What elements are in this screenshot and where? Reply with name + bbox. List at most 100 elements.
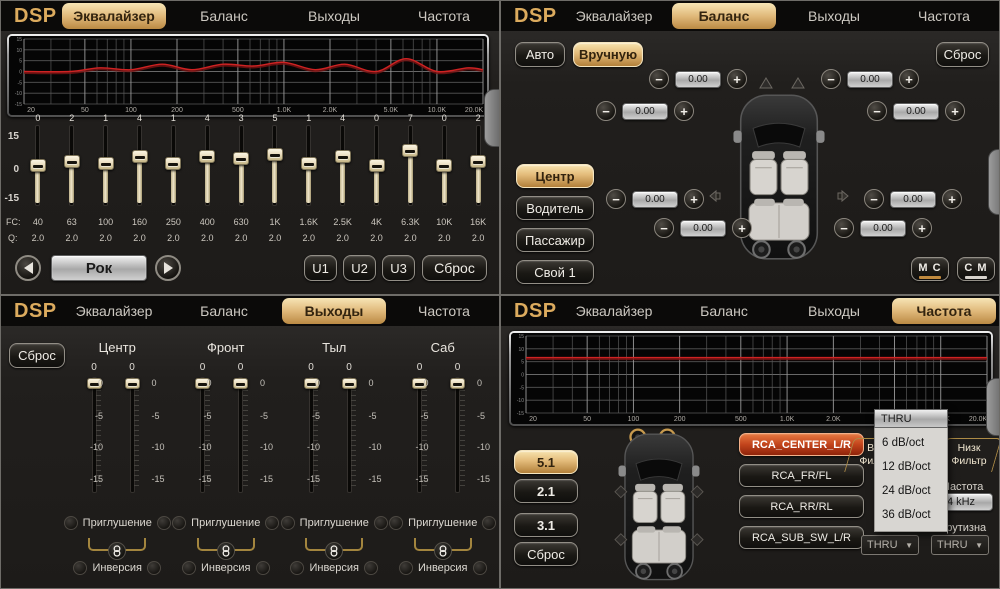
slider-handle[interactable] <box>165 157 181 170</box>
slider-handle[interactable] <box>132 150 148 163</box>
speaker-mode-button[interactable]: 5.1 <box>514 450 578 474</box>
tab-frequency[interactable]: Частота <box>392 3 496 29</box>
slider-handle[interactable] <box>98 157 114 170</box>
eq-band-slider[interactable] <box>123 126 157 205</box>
slider-handle[interactable] <box>301 157 317 170</box>
slider-handle[interactable] <box>335 150 351 163</box>
eq-band-slider[interactable] <box>156 126 190 205</box>
eq-band-slider[interactable] <box>292 126 326 205</box>
mute-lamp-left[interactable] <box>172 516 186 530</box>
preset-display[interactable]: Рок <box>51 255 147 281</box>
delay-minus-button[interactable]: − <box>606 189 626 209</box>
tab-outputs[interactable]: Выходы <box>782 3 886 29</box>
tab-outputs[interactable]: Выходы <box>782 298 886 324</box>
delay-plus-button[interactable]: + <box>945 101 965 121</box>
eq-reset-button[interactable]: Сброс <box>422 255 487 281</box>
dropdown-option[interactable]: 36 dB/oct <box>875 503 947 527</box>
speaker-mode-button[interactable]: 2.1 <box>514 479 578 503</box>
tab-balance[interactable]: Баланс <box>172 298 276 324</box>
frequency-reset-button[interactable]: Сброс <box>514 542 578 566</box>
delay-minus-button[interactable]: − <box>864 189 884 209</box>
delay-plus-button[interactable]: + <box>912 218 932 238</box>
tab-equalizer[interactable]: Эквалайзер <box>62 3 166 29</box>
memory-button-u2[interactable]: U2 <box>343 255 376 281</box>
tab-low-pass-filter[interactable]: Низк Фильтр <box>941 438 997 472</box>
delay-minus-button[interactable]: − <box>867 101 887 121</box>
dropdown-option[interactable]: 24 dB/oct <box>875 479 947 503</box>
invert-lamp-left[interactable] <box>399 561 413 575</box>
preset-prev-button[interactable] <box>15 255 41 281</box>
balance-position-button[interactable]: Свой 1 <box>516 260 594 284</box>
eq-band-slider[interactable] <box>55 126 89 205</box>
mute-lamp-right[interactable] <box>482 516 496 530</box>
edge-handle[interactable] <box>988 149 1000 215</box>
balance-auto-button[interactable]: Авто <box>515 42 565 67</box>
mc-button[interactable]: M C <box>911 257 949 281</box>
slope-select-left[interactable]: THRU▼ <box>861 535 919 555</box>
slider-handle[interactable] <box>450 378 465 389</box>
invert-lamp-right[interactable] <box>147 561 161 575</box>
invert-lamp-left[interactable] <box>182 561 196 575</box>
tab-equalizer[interactable]: Эквалайзер <box>562 298 666 324</box>
mute-lamp-right[interactable] <box>374 516 388 530</box>
tab-balance[interactable]: Баланс <box>672 298 776 324</box>
outputs-reset-button[interactable]: Сброс <box>9 343 65 368</box>
tab-balance[interactable]: Баланс <box>672 3 776 29</box>
invert-lamp-right[interactable] <box>256 561 270 575</box>
slider-handle[interactable] <box>233 378 248 389</box>
slider-handle[interactable] <box>125 378 140 389</box>
balance-manual-button[interactable]: Вручную <box>573 42 643 67</box>
edge-handle[interactable] <box>986 378 1000 436</box>
mute-lamp-left[interactable] <box>64 516 78 530</box>
link-channels-icon[interactable] <box>434 542 452 560</box>
output-slider[interactable] <box>452 378 464 492</box>
delay-minus-button[interactable]: − <box>821 69 841 89</box>
tab-frequency[interactable]: Частота <box>392 298 496 324</box>
eq-band-slider[interactable] <box>224 126 258 205</box>
dropdown-selected-value[interactable]: THRU <box>874 409 948 428</box>
link-channels-icon[interactable] <box>325 542 343 560</box>
delay-plus-button[interactable]: + <box>684 189 704 209</box>
slider-handle[interactable] <box>199 150 215 163</box>
slider-handle[interactable] <box>436 159 452 172</box>
delay-plus-button[interactable]: + <box>942 189 962 209</box>
edge-handle[interactable] <box>484 89 500 147</box>
output-slider[interactable] <box>343 378 355 492</box>
delay-plus-button[interactable]: + <box>899 69 919 89</box>
tab-equalizer[interactable]: Эквалайзер <box>562 3 666 29</box>
output-slider[interactable] <box>126 378 138 492</box>
slope-select-right[interactable]: THRU▼ <box>931 535 989 555</box>
mute-lamp-left[interactable] <box>281 516 295 530</box>
invert-lamp-right[interactable] <box>364 561 378 575</box>
slider-handle[interactable] <box>369 159 385 172</box>
invert-lamp-left[interactable] <box>73 561 87 575</box>
eq-band-slider[interactable] <box>326 126 360 205</box>
dropdown-option[interactable]: 12 dB/oct <box>875 455 947 479</box>
memory-button-u1[interactable]: U1 <box>304 255 337 281</box>
slider-handle[interactable] <box>402 144 418 157</box>
tab-balance[interactable]: Баланс <box>172 3 276 29</box>
rca-channel-button[interactable]: RCA_SUB_SW_L/R <box>739 526 864 549</box>
eq-band-slider[interactable] <box>21 126 55 205</box>
slider-handle[interactable] <box>267 148 283 161</box>
slider-handle[interactable] <box>470 155 486 168</box>
delay-minus-button[interactable]: − <box>654 218 674 238</box>
delay-minus-button[interactable]: − <box>649 69 669 89</box>
slider-handle[interactable] <box>233 152 249 165</box>
mute-lamp-right[interactable] <box>265 516 279 530</box>
invert-lamp-left[interactable] <box>290 561 304 575</box>
rca-channel-button[interactable]: RCA_RR/RL <box>739 495 864 518</box>
link-channels-icon[interactable] <box>217 542 235 560</box>
invert-lamp-right[interactable] <box>473 561 487 575</box>
delay-plus-button[interactable]: + <box>727 69 747 89</box>
mute-lamp-left[interactable] <box>389 516 403 530</box>
tab-outputs[interactable]: Выходы <box>282 298 386 324</box>
delay-minus-button[interactable]: − <box>834 218 854 238</box>
cm-button[interactable]: C M <box>957 257 995 281</box>
tab-frequency[interactable]: Частота <box>892 298 996 324</box>
balance-position-button[interactable]: Пассажир <box>516 228 594 252</box>
preset-next-button[interactable] <box>155 255 181 281</box>
delay-plus-button[interactable]: + <box>732 218 752 238</box>
tab-frequency[interactable]: Частота <box>892 3 996 29</box>
speaker-mode-button[interactable]: 3.1 <box>514 513 578 537</box>
